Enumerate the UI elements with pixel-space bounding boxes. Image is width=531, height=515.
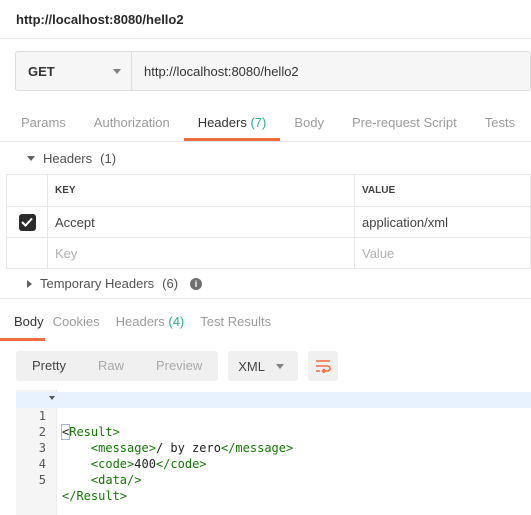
header-value-cell[interactable]: application/xml — [354, 206, 531, 238]
line-number: 5 — [38, 473, 46, 487]
tab-authorization[interactable]: Authorization — [80, 108, 184, 141]
view-pretty-button[interactable]: Pretty — [16, 351, 82, 381]
code-line: 2 <message>/ by zero</message> — [16, 408, 531, 455]
tab-cookies[interactable]: Cookies — [45, 306, 108, 340]
tab-tests[interactable]: Tests — [471, 108, 529, 141]
divider — [0, 38, 531, 39]
header-key-cell[interactable]: Accept — [47, 206, 355, 238]
info-icon[interactable]: i — [190, 277, 203, 290]
format-select[interactable]: XML — [228, 351, 299, 381]
headers-table: KEY VALUE Accept application/xml Key Val… — [6, 174, 531, 269]
temporary-headers-toggle[interactable]: Temporary Headers (6) i — [27, 276, 203, 291]
window-title: http://localhost:8080/hello2 — [16, 12, 184, 27]
tab-response-headers[interactable]: Headers (4) — [108, 306, 193, 340]
check-icon — [21, 217, 33, 227]
url-bar: GET — [15, 51, 531, 91]
chevron-down-icon — [113, 68, 121, 74]
format-label: XML — [238, 358, 265, 374]
chevron-down-icon — [27, 156, 35, 161]
headers-section-title: Headers — [43, 151, 93, 166]
column-key: KEY — [47, 174, 355, 207]
response-view-bar: Pretty Raw Preview XML — [16, 351, 339, 381]
tab-headers[interactable]: Headers (7) — [183, 108, 281, 141]
wrap-lines-button[interactable] — [308, 351, 339, 381]
code-line: 5 </Result> — [16, 456, 531, 503]
tab-params[interactable]: Params — [0, 108, 80, 141]
chevron-down-icon — [276, 363, 285, 369]
table-row: Key Value — [6, 237, 531, 269]
code-line: 3 <code>400</code> — [16, 424, 531, 471]
tab-response-body[interactable]: Body — [0, 306, 45, 341]
code-line: 1 <Result> — [16, 392, 531, 440]
response-tabs: Body Cookies Headers (4) Test Results — [0, 306, 531, 341]
table-header-row: KEY VALUE — [6, 174, 531, 207]
new-value-input[interactable]: Value — [354, 237, 531, 269]
tab-test-results[interactable]: Test Results — [192, 306, 279, 340]
tab-pre-request-script[interactable]: Pre-request Script — [338, 108, 471, 141]
view-preview-button[interactable]: Preview — [140, 351, 218, 381]
chevron-right-icon — [27, 279, 32, 288]
row-checkbox[interactable] — [18, 213, 36, 231]
method-label: GET — [28, 63, 55, 79]
code-line: 4 <data/> — [16, 440, 531, 487]
temporary-headers-count: (6) — [162, 276, 179, 291]
tab-response-headers-count: (4) — [168, 314, 185, 329]
tab-body[interactable]: Body — [280, 108, 338, 141]
divider — [0, 298, 531, 299]
headers-section-toggle[interactable]: Headers (1) — [27, 151, 116, 166]
table-row: Accept application/xml — [6, 206, 531, 238]
column-value: VALUE — [354, 174, 531, 207]
method-select[interactable]: GET — [16, 52, 132, 90]
code-text: <data/> — [90, 473, 142, 487]
wrap-icon — [316, 360, 332, 373]
url-input[interactable] — [132, 52, 530, 90]
new-key-input[interactable]: Key — [47, 237, 355, 269]
view-raw-button[interactable]: Raw — [82, 351, 140, 381]
tab-headers-count: (7) — [250, 115, 267, 130]
headers-section-count: (1) — [100, 151, 117, 166]
temporary-headers-label: Temporary Headers — [40, 276, 155, 291]
code-text: </Result> — [62, 489, 128, 503]
response-code-editor[interactable]: 1 <Result> 2 <message>/ by zero</message… — [16, 390, 531, 515]
view-mode-group: Pretty Raw Preview — [16, 351, 219, 381]
request-tabs: Params Authorization Headers (7) Body Pr… — [0, 108, 531, 142]
